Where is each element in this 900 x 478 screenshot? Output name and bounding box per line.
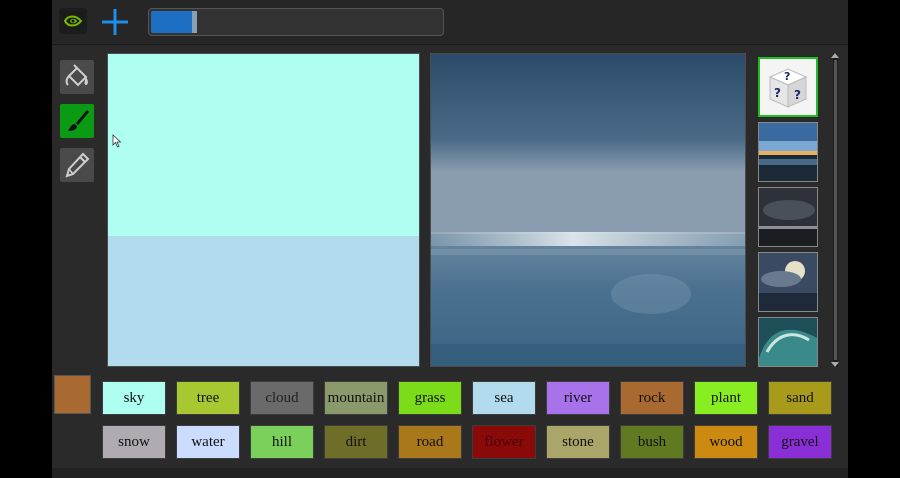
progress-bar [148, 8, 444, 36]
palette-swatch-bush[interactable]: bush [620, 425, 684, 459]
add-button[interactable] [98, 6, 132, 38]
segmentation-canvas[interactable] [107, 53, 420, 367]
palette-swatch-gravel[interactable]: gravel [768, 425, 832, 459]
scrollbar-thumb[interactable] [834, 60, 837, 360]
nvidia-eye-icon[interactable] [59, 8, 87, 34]
scroll-down-arrow-icon[interactable] [831, 362, 839, 367]
svg-text:?: ? [794, 88, 801, 102]
palette-swatch-river[interactable]: river [546, 381, 610, 415]
palette-swatch-grass[interactable]: grass [398, 381, 462, 415]
ocean-horizon-image [431, 54, 745, 366]
cloudy-sun-image [759, 253, 817, 311]
palette-swatch-water[interactable]: water [176, 425, 240, 459]
palette-swatch-dirt[interactable]: dirt [324, 425, 388, 459]
dice-icon: ? ? ? [760, 59, 816, 115]
palette-swatch-hill[interactable]: hill [250, 425, 314, 459]
current-color-swatch [54, 375, 91, 414]
svg-text:?: ? [784, 70, 790, 83]
wave-image [759, 318, 817, 366]
progress-fill [151, 11, 192, 33]
mouse-cursor-icon [112, 134, 122, 148]
top-toolbar [52, 0, 848, 45]
bottom-strip [52, 468, 848, 478]
palette-swatch-road[interactable]: road [398, 425, 462, 459]
paint-bucket-icon [65, 64, 88, 87]
plus-icon [102, 9, 128, 35]
palette-swatch-flower[interactable]: flower [472, 425, 536, 459]
progress-marker [192, 11, 197, 33]
brush-icon [68, 110, 89, 131]
sunset-beach-image [759, 123, 817, 181]
palette-swatch-tree[interactable]: tree [176, 381, 240, 415]
palette-swatch-cloud[interactable]: cloud [250, 381, 314, 415]
palette-swatch-stone[interactable]: stone [546, 425, 610, 459]
app-window: ? ? ? sky tree cloud mountain grass sea … [52, 0, 848, 478]
wave-thumbnail[interactable] [758, 317, 818, 367]
pencil-icon [65, 152, 90, 178]
palette-swatch-sky[interactable]: sky [102, 381, 166, 415]
sea-region [108, 236, 419, 366]
dark-clouds-thumbnail[interactable] [758, 187, 818, 247]
random-style-thumbnail[interactable]: ? ? ? [758, 57, 818, 117]
brush-tool[interactable] [60, 104, 94, 138]
scroll-up-arrow-icon[interactable] [831, 53, 839, 58]
svg-text:?: ? [774, 86, 781, 100]
palette-swatch-sand[interactable]: sand [768, 381, 832, 415]
sunset-beach-thumbnail[interactable] [758, 122, 818, 182]
palette-swatch-plant[interactable]: plant [694, 381, 758, 415]
palette-swatch-wood[interactable]: wood [694, 425, 758, 459]
palette-swatch-mountain[interactable]: mountain [324, 381, 388, 415]
cloudy-sun-thumbnail[interactable] [758, 252, 818, 312]
generated-image [430, 53, 746, 367]
pencil-tool[interactable] [60, 148, 94, 182]
palette-swatch-snow[interactable]: snow [102, 425, 166, 459]
dark-clouds-image [759, 188, 817, 246]
palette-swatch-rock[interactable]: rock [620, 381, 684, 415]
palette-swatch-sea[interactable]: sea [472, 381, 536, 415]
paint-bucket-tool[interactable] [60, 60, 94, 94]
